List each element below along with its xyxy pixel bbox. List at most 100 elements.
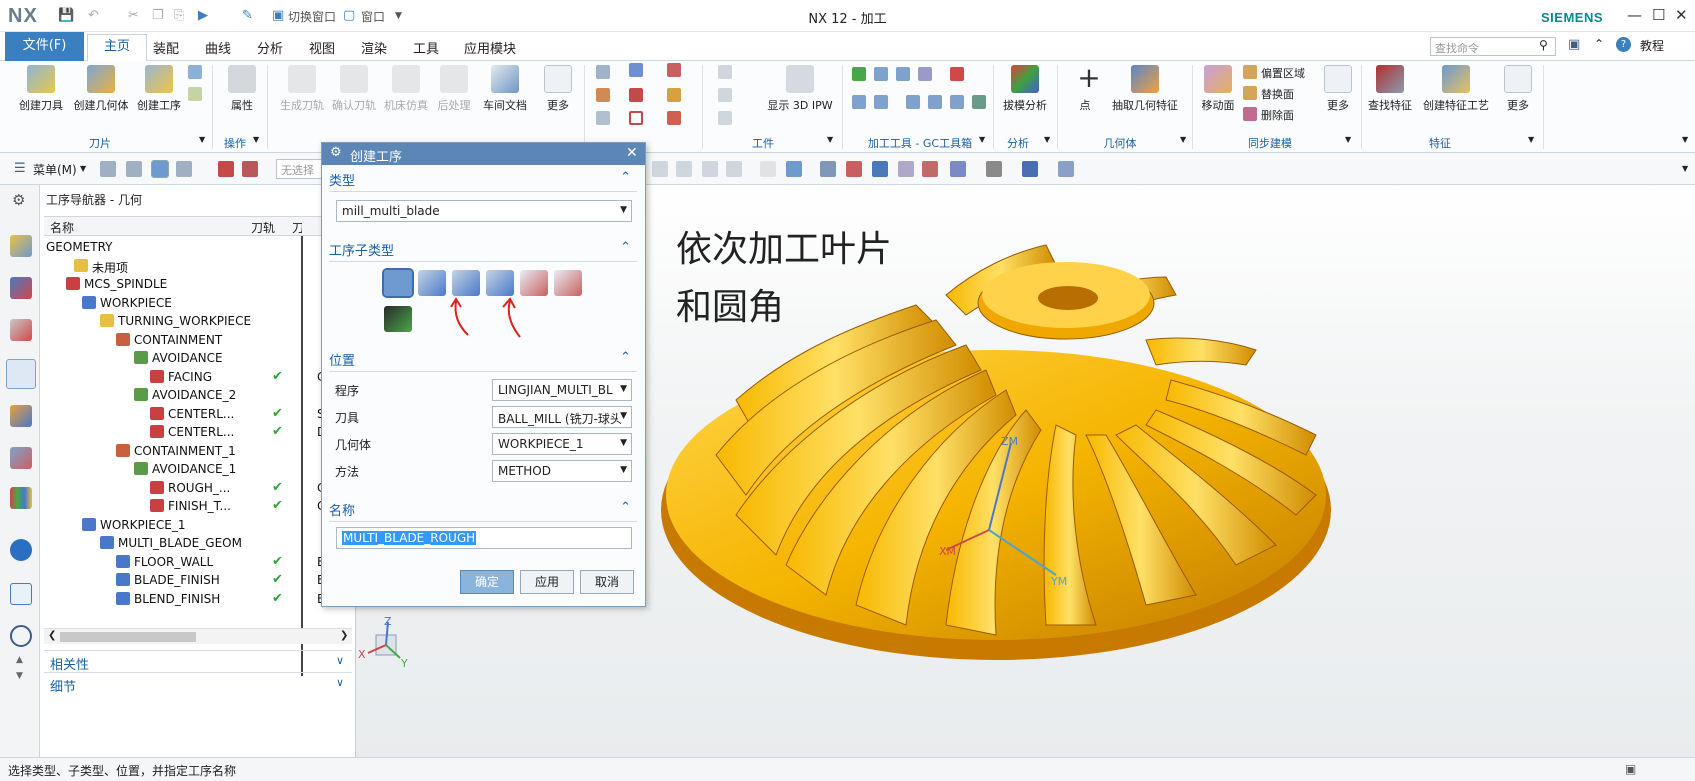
collapse-ribbon-icon[interactable]: ⌃ bbox=[1594, 37, 1604, 51]
tree-row[interactable]: MULTI_BLADE_GEOM bbox=[44, 533, 352, 553]
more-feature-button[interactable]: 更多 bbox=[1500, 65, 1536, 113]
mill-user-icon[interactable] bbox=[554, 270, 582, 296]
operation-name-input[interactable]: MULTI_BLADE_ROUGH bbox=[336, 527, 632, 549]
menu-icon[interactable]: ☰ bbox=[14, 161, 26, 176]
layer-icon[interactable] bbox=[1058, 161, 1074, 177]
operation-navigator-icon[interactable] bbox=[6, 359, 36, 389]
display-option-icon[interactable] bbox=[596, 65, 610, 79]
tree-row[interactable]: CONTAINMENT bbox=[44, 330, 352, 350]
filter-toolpath-icon[interactable] bbox=[218, 161, 234, 177]
chevron-down-icon[interactable]: ▼ bbox=[1682, 164, 1688, 173]
show-3d-ipw-button[interactable]: 显示 3D IPW bbox=[765, 65, 835, 113]
display-mode-icon[interactable] bbox=[629, 63, 643, 77]
scroll-up-icon[interactable]: ▲ bbox=[16, 655, 23, 665]
apply-button[interactable]: 应用 bbox=[520, 570, 574, 594]
geometry-select[interactable]: WORKPIECE_1 ▼ bbox=[492, 433, 632, 455]
workpiece-option-icon[interactable] bbox=[718, 111, 732, 125]
gc-tool-icon[interactable] bbox=[950, 95, 964, 109]
method-select[interactable]: METHOD ▼ bbox=[492, 460, 632, 482]
scroll-thumb[interactable] bbox=[60, 632, 196, 642]
file-menu[interactable]: 文件(F) bbox=[5, 32, 84, 61]
create-method-icon[interactable] bbox=[188, 65, 202, 79]
point-button[interactable]: + 点 bbox=[1075, 64, 1100, 113]
verify-toolpath-button[interactable]: 确认刀轨 bbox=[330, 65, 378, 113]
nav-geometry-view-icon[interactable] bbox=[151, 160, 169, 178]
view-icon[interactable] bbox=[760, 161, 776, 177]
chevron-down-icon[interactable]: ∨ bbox=[336, 676, 344, 689]
chevron-down-icon[interactable]: ▼ bbox=[80, 164, 86, 173]
undo-icon[interactable]: ↶ bbox=[88, 8, 99, 23]
replace-face-button[interactable]: 替换面 bbox=[1261, 86, 1294, 102]
ipw-display-icon[interactable] bbox=[596, 111, 610, 125]
chevron-down-icon[interactable]: ▼ bbox=[1180, 135, 1186, 144]
command-search-input[interactable]: 查找命令 bbox=[1430, 37, 1556, 56]
tool-display-icon[interactable] bbox=[667, 88, 681, 102]
chevron-down-icon[interactable]: ▼ bbox=[253, 135, 259, 144]
select-box-icon[interactable] bbox=[726, 161, 742, 177]
tree-row[interactable]: BLEND_FINISH✔BALL_I bbox=[44, 589, 352, 609]
info-icon[interactable] bbox=[10, 539, 32, 561]
blend-finish-icon[interactable] bbox=[486, 270, 514, 296]
create-operation-button[interactable]: 创建工序 bbox=[134, 65, 184, 113]
tab-home[interactable]: 主页 bbox=[87, 34, 147, 61]
tutorial-button[interactable]: 教程 bbox=[1640, 37, 1664, 54]
fit-view-icon[interactable] bbox=[820, 161, 836, 177]
part-navigator-icon[interactable] bbox=[10, 319, 32, 341]
multi-blade-rough-icon[interactable] bbox=[382, 268, 414, 298]
chevron-down-icon[interactable]: ▼ bbox=[395, 11, 402, 21]
assembly-navigator-icon[interactable] bbox=[10, 235, 32, 257]
tab-view[interactable]: 视图 bbox=[309, 38, 335, 57]
curve-display-icon[interactable] bbox=[629, 88, 643, 102]
tree-row[interactable]: CONTAINMENT_1 bbox=[44, 441, 352, 461]
tab-assembly[interactable]: 装配 bbox=[153, 38, 179, 57]
name-section-header[interactable]: 名称 ⌃ bbox=[329, 500, 637, 522]
mill-control-icon[interactable] bbox=[384, 306, 412, 332]
tree-row[interactable]: BLADE_FINISH✔BALL_I bbox=[44, 570, 352, 590]
gc-tool-icon[interactable] bbox=[928, 95, 942, 109]
collapse-icon[interactable]: ⌃ bbox=[620, 350, 631, 365]
switch-window-button[interactable]: 切换窗口 bbox=[288, 8, 336, 25]
line-display-icon[interactable] bbox=[667, 111, 681, 125]
create-tool-button[interactable]: 创建刀具 bbox=[16, 65, 66, 113]
tree-row[interactable]: FINISH_T...✔C bbox=[44, 496, 352, 516]
orient-view-icon[interactable] bbox=[1022, 161, 1038, 177]
machine-navigator-icon[interactable] bbox=[10, 405, 32, 427]
tool-select[interactable]: BALL_MILL (铣刀-球头 ▼ bbox=[492, 406, 632, 428]
pan-icon[interactable] bbox=[898, 161, 914, 177]
program-select[interactable]: LINGJIAN_MULTI_BL ▼ bbox=[492, 379, 632, 401]
machine-simulation-button[interactable]: 机床仿真 bbox=[382, 65, 430, 113]
window-icon[interactable]: ▢ bbox=[343, 8, 355, 23]
collapse-icon[interactable]: ⌃ bbox=[620, 500, 631, 515]
check-icon[interactable] bbox=[852, 67, 866, 81]
filter-icon[interactable] bbox=[242, 161, 258, 177]
chevron-down-icon[interactable]: ▼ bbox=[979, 135, 985, 144]
gear-icon[interactable]: ⚙ bbox=[12, 191, 25, 209]
maximize-button[interactable]: ☐ bbox=[1652, 6, 1665, 24]
tree-row[interactable]: WORKPIECE bbox=[44, 293, 352, 313]
history-icon[interactable] bbox=[10, 625, 32, 647]
tree-row[interactable]: FLOOR_WALL✔E bbox=[44, 552, 352, 572]
cut-icon[interactable]: ✂ bbox=[128, 8, 139, 23]
more-sync-button[interactable]: 更多 bbox=[1320, 65, 1356, 113]
column-tool-header[interactable]: 刀 bbox=[292, 219, 302, 236]
gc-flag-icon[interactable] bbox=[950, 67, 964, 81]
reuse-library-icon[interactable] bbox=[10, 487, 32, 509]
chevron-down-icon[interactable]: ▼ bbox=[1345, 135, 1351, 144]
collapse-icon[interactable]: ⌃ bbox=[620, 170, 631, 185]
zoom-icon[interactable] bbox=[846, 161, 862, 177]
collapse-icon[interactable]: ⌃ bbox=[620, 240, 631, 255]
scroll-down-icon[interactable]: ▼ bbox=[16, 671, 23, 681]
delete-face-icon[interactable] bbox=[1243, 107, 1257, 121]
tree-row[interactable]: 未用项 bbox=[44, 256, 352, 276]
tab-curve[interactable]: 曲线 bbox=[205, 38, 231, 57]
details-section[interactable]: 细节 ∨ bbox=[44, 672, 352, 695]
web-browser-icon[interactable] bbox=[10, 583, 32, 605]
constraint-navigator-icon[interactable] bbox=[10, 277, 32, 299]
chevron-down-icon[interactable]: ∨ bbox=[336, 654, 344, 667]
snap-icon[interactable] bbox=[702, 161, 718, 177]
section-icon[interactable] bbox=[922, 161, 938, 177]
chevron-down-icon[interactable]: ▼ bbox=[199, 135, 205, 144]
save-icon[interactable]: 💾 bbox=[58, 8, 74, 23]
location-section-header[interactable]: 位置 ⌃ bbox=[329, 350, 637, 372]
chevron-down-icon[interactable]: ▼ bbox=[1044, 135, 1050, 144]
